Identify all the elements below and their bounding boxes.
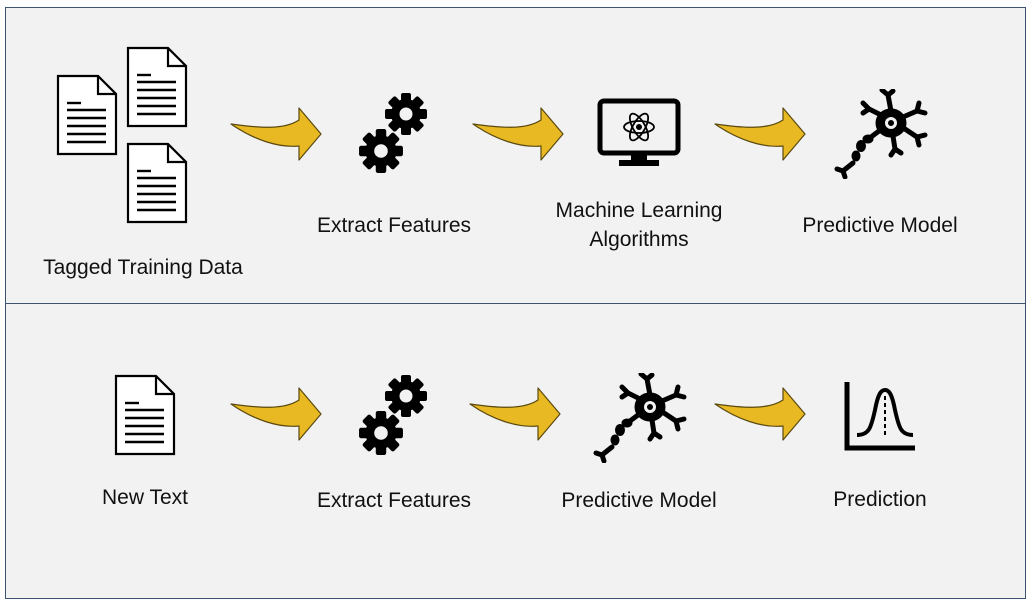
flow-arrow-4 xyxy=(230,387,322,441)
gears-icon xyxy=(358,374,432,458)
step-label-predictive-model: Predictive Model xyxy=(561,489,717,512)
label-line-2: Algorithms xyxy=(589,228,689,251)
label-line-1: Machine Learning xyxy=(555,199,723,222)
document-icon xyxy=(114,374,176,456)
step-label-tagged-training-data: Tagged Training Data xyxy=(43,256,243,279)
flow-arrow-2 xyxy=(472,107,564,161)
gears-icon xyxy=(358,92,432,176)
monitor-atom-icon xyxy=(597,98,681,166)
flow-arrow-3 xyxy=(714,107,806,161)
step-label-predictive-model: Predictive Model xyxy=(802,214,958,237)
step-label-prediction: Prediction xyxy=(833,488,927,511)
flow-arrow-6 xyxy=(714,387,806,441)
documents-icon xyxy=(56,46,188,224)
bell-curve-chart-icon xyxy=(844,382,915,451)
step-label-new-text: New Text xyxy=(102,486,188,509)
flow-arrow-1 xyxy=(230,107,322,161)
step-label-extract-features: Extract Features xyxy=(316,214,472,237)
neuron-icon xyxy=(592,372,692,464)
flow-arrow-5 xyxy=(469,387,561,441)
step-label-extract-features: Extract Features xyxy=(316,489,472,512)
neuron-icon xyxy=(833,88,933,180)
step-label-machine-learning-algorithms: Machine Learning Algorithms xyxy=(556,196,723,254)
